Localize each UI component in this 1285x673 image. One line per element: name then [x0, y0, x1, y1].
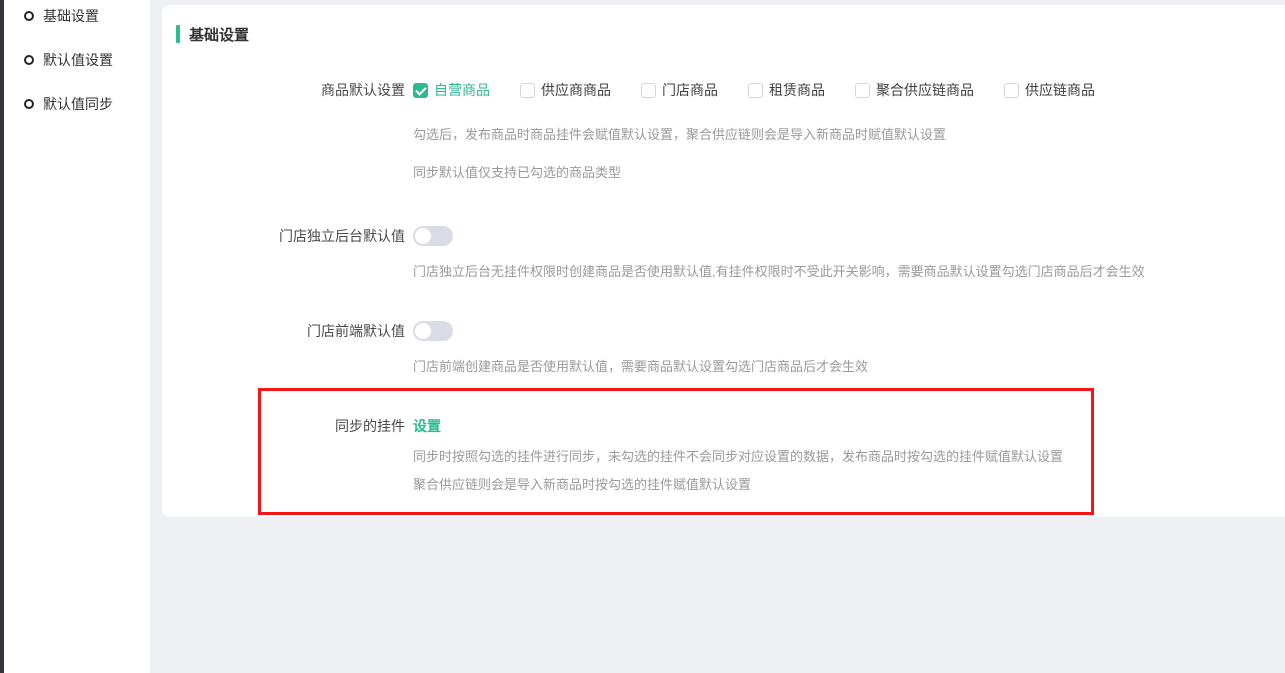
checkbox-label: 聚合供应链商品 — [876, 80, 974, 100]
settings-panel: 基础设置 商品默认设置 自营商品 供应商商品 — [162, 5, 1285, 517]
sidebar-item-label: 默认值设置 — [43, 50, 113, 70]
field-label-sync-widgets: 同步的挂件 — [162, 416, 405, 436]
checkbox-self-operated-product[interactable]: 自营商品 — [413, 80, 490, 100]
row-product-default: 商品默认设置 自营商品 供应商商品 门店商品 — [162, 80, 1285, 182]
checkbox-label: 门店商品 — [662, 80, 718, 100]
product-type-checkbox-group: 自营商品 供应商商品 门店商品 租赁商品 — [413, 80, 1285, 100]
sync-widgets-settings-link[interactable]: 设置 — [413, 416, 441, 436]
checkbox-label: 供应商商品 — [541, 80, 611, 100]
section-accent-bar — [176, 25, 180, 43]
row-sync-widgets: 同步的挂件 设置 同步时按照勾选的挂件进行同步，未勾选的挂件不会同步对应设置的数… — [162, 416, 1285, 494]
checkbox-label: 供应链商品 — [1025, 80, 1095, 100]
checkbox-label: 自营商品 — [434, 80, 490, 100]
checkbox-rental-product[interactable]: 租赁商品 — [748, 80, 825, 100]
hint-text: 门店前端创建商品是否使用默认值，需要商品默认设置勾选门店商品后才会生效 — [413, 358, 1285, 376]
radio-circle-icon — [24, 11, 34, 21]
radio-circle-icon — [24, 55, 34, 65]
sidebar-item-label: 基础设置 — [43, 6, 99, 26]
sidebar-item-default-value-settings[interactable]: 默认值设置 — [24, 46, 150, 74]
toggle-store-front-default[interactable] — [413, 321, 453, 341]
sidebar-item-label: 默认值同步 — [43, 94, 113, 114]
radio-circle-icon — [24, 99, 34, 109]
row-store-front-default: 门店前端默认值 门店前端创建商品是否使用默认值，需要商品默认设置勾选门店商品后才… — [162, 321, 1285, 376]
settings-form: 商品默认设置 自营商品 供应商商品 门店商品 — [162, 80, 1285, 494]
hint-text: 同步时按照勾选的挂件进行同步，未勾选的挂件不会同步对应设置的数据，发布商品时按勾… — [413, 448, 1285, 466]
checkbox-box-icon — [641, 83, 656, 98]
toggle-knob — [415, 228, 431, 244]
sidebar-item-basic-settings[interactable]: 基础设置 — [24, 2, 150, 30]
hint-text: 聚合供应链则会是导入新商品时按勾选的挂件赋值默认设置 — [413, 476, 1285, 494]
toggle-store-backend-default[interactable] — [413, 226, 453, 246]
field-label-store-front-default: 门店前端默认值 — [162, 321, 405, 341]
section-header: 基础设置 — [176, 5, 1285, 44]
section-title: 基础设置 — [189, 24, 249, 45]
checkbox-box-icon — [855, 83, 870, 98]
row-store-backend-default: 门店独立后台默认值 门店独立后台无挂件权限时创建商品是否使用默认值,有挂件权限时… — [162, 226, 1285, 281]
field-label-store-backend-default: 门店独立后台默认值 — [162, 226, 405, 246]
sidebar-item-default-value-sync[interactable]: 默认值同步 — [24, 90, 150, 118]
checkbox-box-icon — [1004, 83, 1019, 98]
checkbox-supplier-product[interactable]: 供应商商品 — [520, 80, 611, 100]
checkbox-label: 租赁商品 — [769, 80, 825, 100]
toggle-knob — [415, 323, 431, 339]
checkbox-box-icon — [413, 83, 428, 98]
checkbox-box-icon — [520, 83, 535, 98]
hint-text: 勾选后，发布商品时商品挂件会赋值默认设置，聚合供应链则会是导入新商品时赋值默认设… — [413, 126, 1285, 144]
hint-text: 同步默认值仅支持已勾选的商品类型 — [413, 164, 1285, 182]
checkbox-aggregated-supply-chain-product[interactable]: 聚合供应链商品 — [855, 80, 974, 100]
checkbox-box-icon — [748, 83, 763, 98]
hint-text: 门店独立后台无挂件权限时创建商品是否使用默认值,有挂件权限时不受此开关影响，需要… — [413, 263, 1285, 281]
field-label-product-default: 商品默认设置 — [162, 80, 405, 100]
settings-sidebar: 基础设置 默认值设置 默认值同步 — [4, 0, 151, 673]
checkbox-supply-chain-product[interactable]: 供应链商品 — [1004, 80, 1095, 100]
checkbox-store-product[interactable]: 门店商品 — [641, 80, 718, 100]
